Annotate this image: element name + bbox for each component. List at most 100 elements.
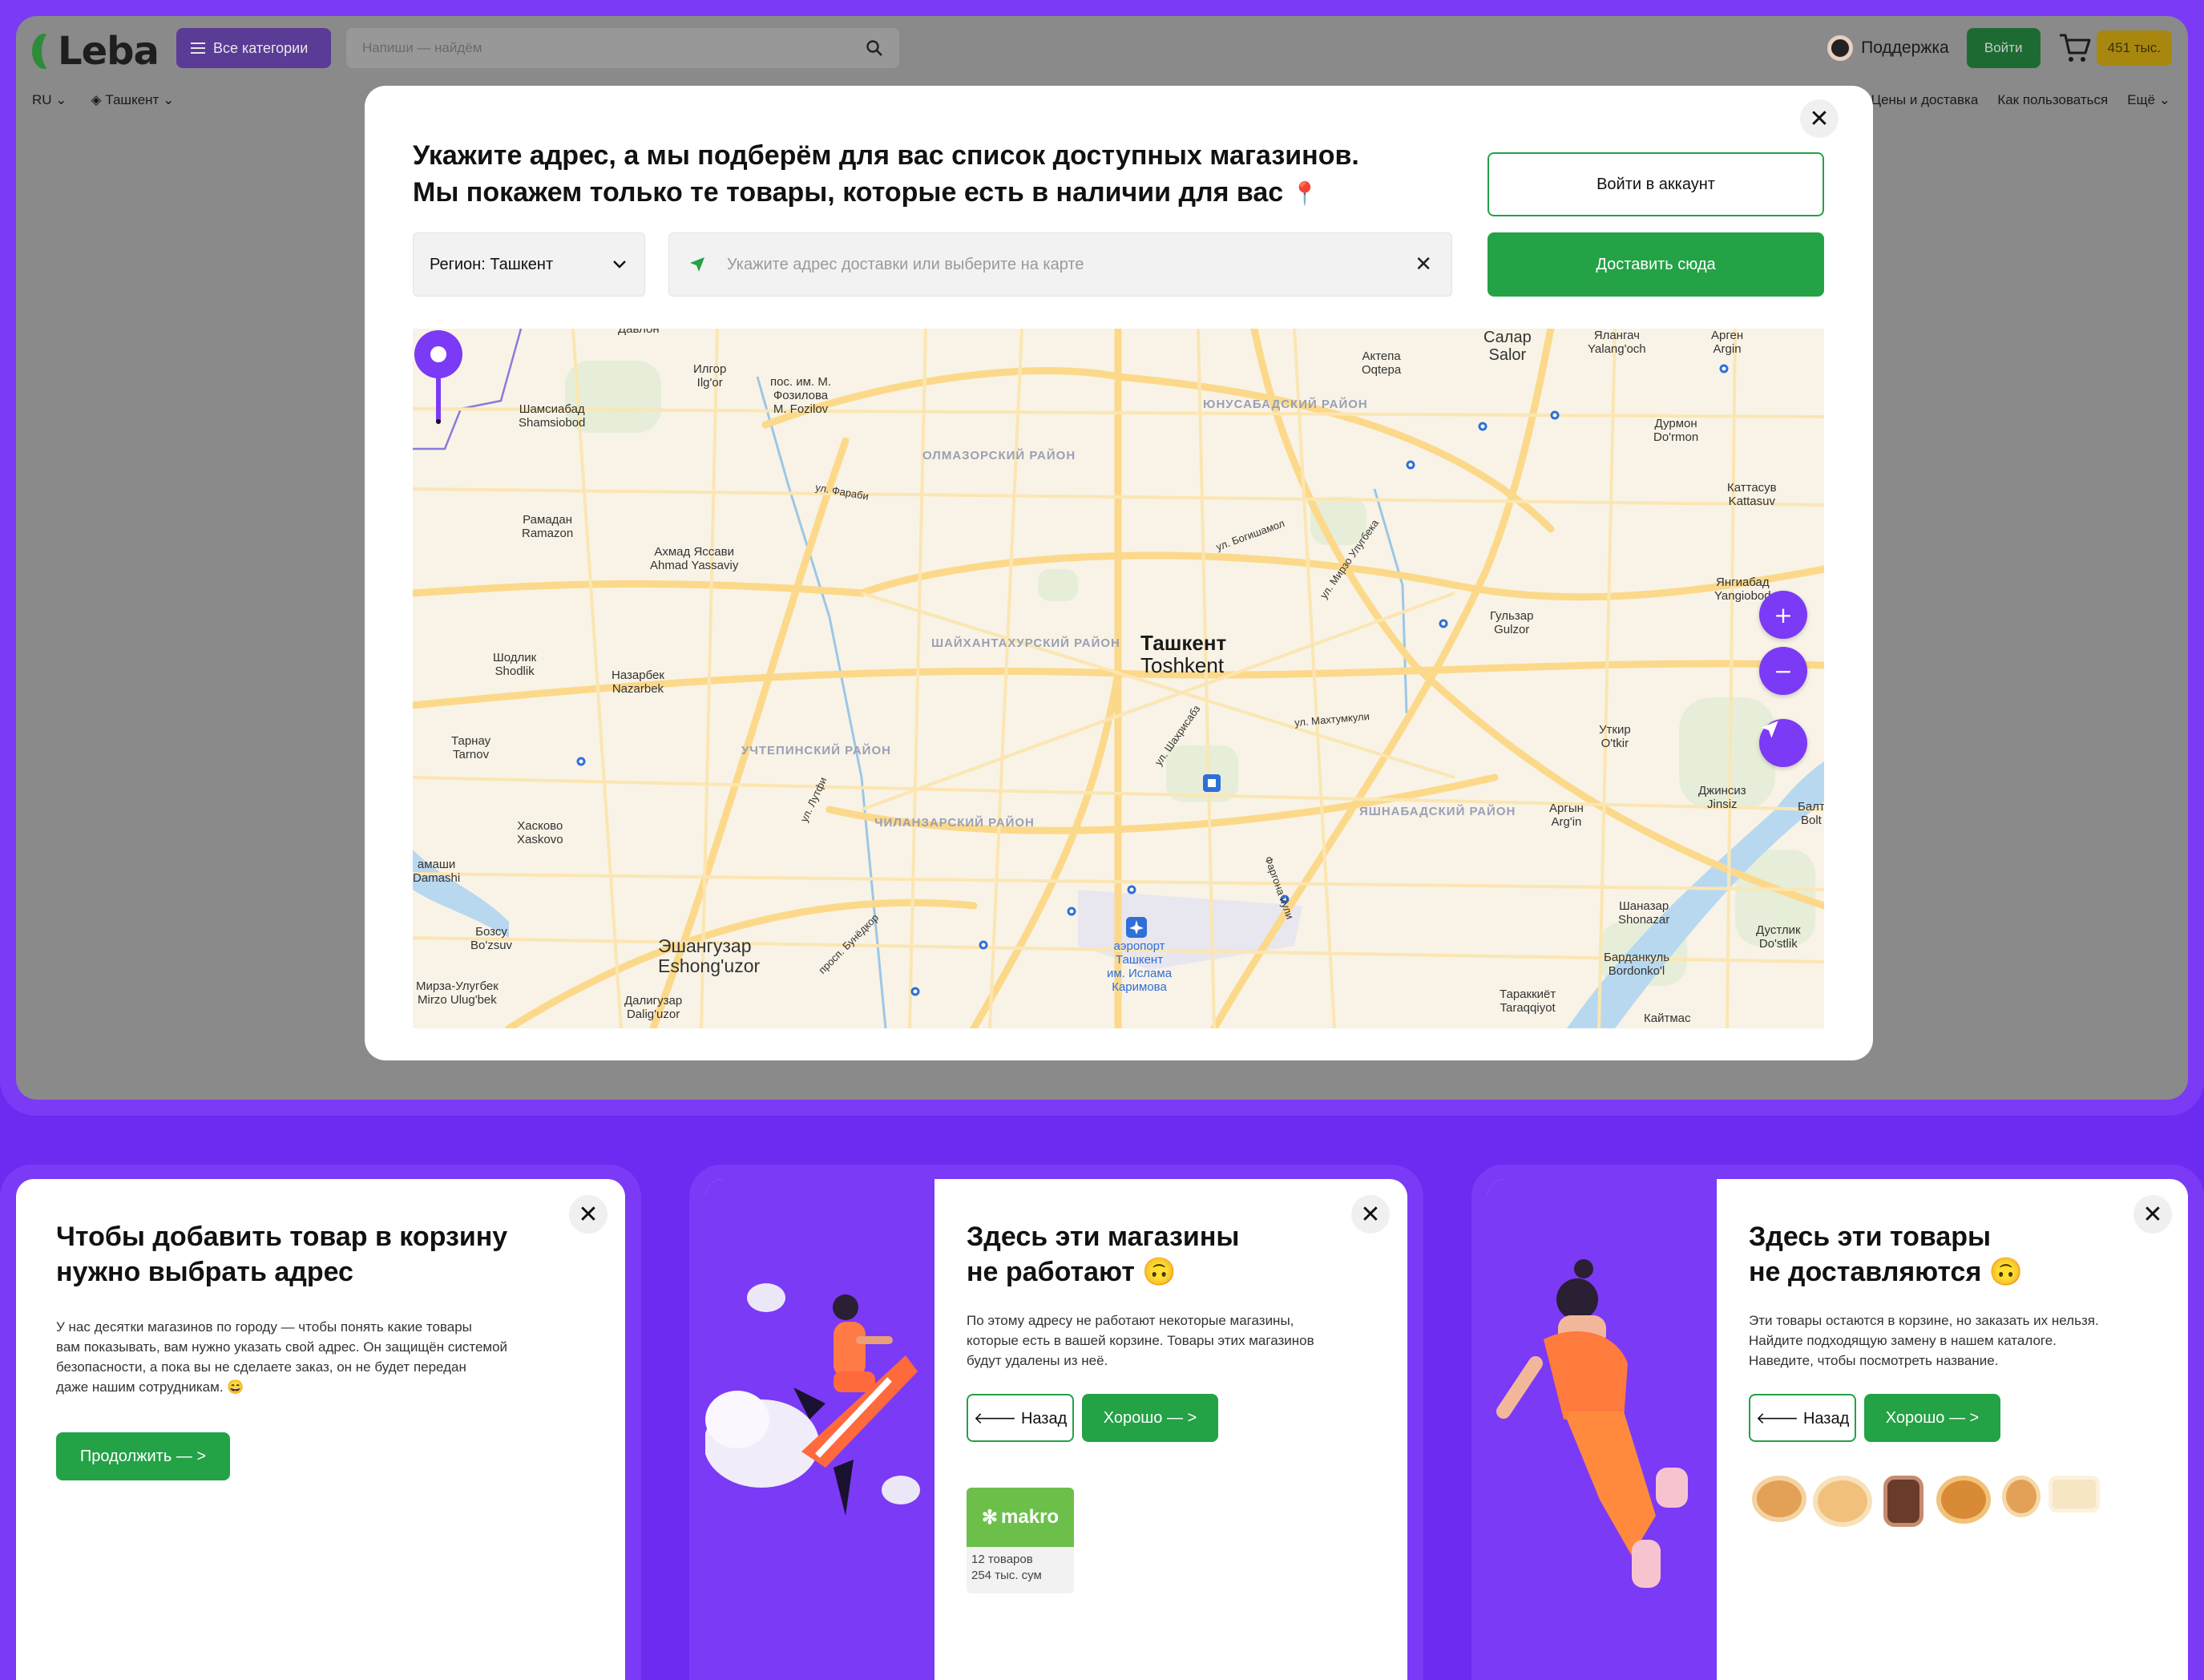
items-not-delivered-card: ✕ Здесь эти товары не доставляются 🙃 Эти… — [1471, 1165, 2204, 1680]
store-tile[interactable]: ✻ makro 12 товаров 254 тыс. сум — [967, 1488, 1074, 1593]
all-categories-label: Все категории — [213, 39, 309, 56]
place-label: Назарбек Nazarbek — [612, 668, 664, 696]
ok-button[interactable]: Хорошо — > — [1864, 1394, 2000, 1442]
cart-icon — [2059, 34, 2091, 62]
card-close-button[interactable]: ✕ — [2133, 1195, 2172, 1234]
district-label: ОЛМАЗОРСКИЙ РАЙОН — [922, 449, 1076, 462]
clear-input-icon[interactable]: ✕ — [1415, 252, 1432, 277]
pin-emoji-icon: 📍 — [1290, 181, 1319, 206]
app-screen: Leba Все категории Напиши — найдём Подде… — [16, 16, 2188, 1100]
product-thumbnail[interactable] — [2049, 1476, 2100, 1512]
logo-text: Leba — [58, 29, 159, 74]
place-label: пос. им. М. Фозилова M. Fozilov — [770, 375, 831, 416]
ok-button[interactable]: Хорошо — > — [1082, 1394, 1218, 1442]
product-thumbnail[interactable] — [2002, 1476, 2041, 1517]
language-label: RU — [32, 92, 52, 107]
place-label: Каттасув Kattasuv — [1727, 481, 1777, 508]
district-label: ЯШНАБАДСКИЙ РАЙОН — [1359, 805, 1516, 818]
card-title: Здесь эти магазины не работают 🙃 — [967, 1222, 1240, 1287]
map[interactable]: ЮНУСАБАДСКИЙ РАЙОН ОЛМАЗОРСКИЙ РАЙОН ШАЙ… — [413, 329, 1824, 1028]
chevron-down-icon: ⌄ — [163, 92, 175, 107]
back-label: 🡐 Назад — [973, 1409, 1068, 1428]
region-label: Регион: Ташкент — [430, 255, 554, 273]
modal-close-button[interactable]: ✕ — [1800, 99, 1839, 138]
place-label: Барданкуль Bordonko'l — [1604, 951, 1670, 978]
store-name: makro — [1001, 1506, 1060, 1528]
cart-total-badge: 451 тыс. — [2096, 30, 2172, 66]
card-title: Здесь эти товары не доставляются 🙃 — [1749, 1222, 2024, 1287]
region-select[interactable]: Регион: Ташкент — [413, 232, 645, 297]
big-place-ru: Эшангузар — [658, 935, 752, 956]
continue-label: Продолжить — > — [79, 1447, 207, 1465]
product-thumbnail[interactable] — [1936, 1476, 1991, 1524]
place-label: Шодлик Shodlik — [493, 651, 537, 678]
address-input[interactable]: Укажите адрес доставки или выберите на к… — [668, 232, 1452, 297]
address-placeholder: Укажите адрес доставки или выберите на к… — [727, 255, 1084, 273]
product-thumbnail[interactable] — [1752, 1476, 1806, 1522]
header: Leba Все категории Напиши — найдём Подде… — [16, 16, 2188, 96]
product-thumbnail[interactable] — [1813, 1476, 1872, 1527]
back-label: 🡐 Назад — [1755, 1409, 1850, 1428]
place-label: Аргын Arg'in — [1549, 802, 1584, 829]
place-label: Гульзар Gulzor — [1490, 609, 1534, 636]
logo-icon — [32, 34, 56, 69]
locate-me-button[interactable] — [1759, 719, 1807, 767]
card-panel: ✕ Здесь эти магазины не работают 🙃 По эт… — [705, 1179, 1407, 1680]
login-label: Войти — [1984, 40, 2023, 55]
floating-girl-illustration — [1487, 1179, 1717, 1680]
place-label: Шамсиабад Shamsiobod — [519, 402, 586, 430]
logo[interactable]: Leba — [32, 27, 168, 75]
store-logo: ✻ makro — [967, 1488, 1074, 1547]
place-label: Актепа Oqtepa — [1362, 349, 1402, 377]
modal-title: Укажите адрес, а мы подберём для вас спи… — [413, 137, 1455, 212]
store-items-count: 12 товаров — [971, 1553, 1033, 1566]
minus-icon: − — [1774, 657, 1793, 685]
search-icon[interactable] — [866, 39, 883, 57]
search-placeholder: Напиши — найдём — [362, 40, 482, 55]
all-categories-button[interactable]: Все категории — [176, 28, 331, 68]
login-button[interactable]: Войти — [1966, 28, 2041, 68]
app-frame: Leba Все категории Напиши — найдём Подде… — [0, 0, 2204, 1116]
product-thumbnail[interactable] — [1883, 1476, 1923, 1527]
place-label: Дурмон Do'rmon — [1653, 417, 1699, 444]
city-selector[interactable]: ◈ Ташкент ⌄ — [91, 92, 175, 108]
search-input[interactable]: Напиши — найдём — [346, 28, 899, 68]
address-modal: ✕ Укажите адрес, а мы подберём для вас с… — [365, 86, 1873, 1060]
continue-button[interactable]: Продолжить — > — [56, 1432, 230, 1480]
deliver-here-button[interactable]: Доставить сюда — [1487, 232, 1824, 297]
place-label: Арген Argin — [1711, 329, 1744, 356]
card-title: Чтобы добавить товар в корзину нужно выб… — [56, 1222, 508, 1287]
login-account-button[interactable]: Войти в аккаунт — [1487, 152, 1824, 216]
cart-button[interactable]: 451 тыс. — [2058, 30, 2172, 66]
place-label: Уткир O'tkir — [1599, 723, 1631, 750]
stores-unavailable-card: ✕ Здесь эти магазины не работают 🙃 По эт… — [689, 1165, 1423, 1680]
zoom-in-button[interactable]: + — [1759, 591, 1807, 639]
chevron-down-icon: ⌄ — [55, 92, 67, 107]
place-label: Ахмад Яссави Ahmad Yassaviy — [650, 545, 739, 572]
navigation-arrow-icon — [690, 257, 704, 272]
zoom-out-button[interactable]: − — [1759, 647, 1807, 695]
back-button[interactable]: 🡐 Назад — [967, 1394, 1074, 1442]
district-label: ЮНУСАБАДСКИЙ РАЙОН — [1203, 398, 1368, 411]
district-label: ЧИЛАНЗАРСКИЙ РАЙОН — [874, 816, 1035, 830]
modal-title-line2: Мы покажем только те товары, которые ест… — [413, 177, 1284, 208]
place-label: Кайтмас — [1644, 1012, 1691, 1025]
nav-link-prices-delivery[interactable]: Цены и доставка — [1871, 92, 1979, 108]
airport-icon — [1126, 917, 1147, 938]
modal-title-line1: Укажите адрес, а мы подберём для вас спи… — [413, 140, 1359, 171]
place-label: Ялангач Yalang'och — [1588, 329, 1646, 356]
girl-illustration — [1496, 1259, 1688, 1588]
navigation-arrow-icon — [1761, 721, 1778, 738]
card-text: Эти товары остаются в корзине, но заказа… — [1749, 1313, 2099, 1368]
chevron-down-icon: ⌄ — [2158, 92, 2170, 107]
back-button[interactable]: 🡐 Назад — [1749, 1394, 1856, 1442]
nav-more[interactable]: Ещё ⌄ — [2127, 92, 2170, 108]
place-label: Илгор Ilg'or — [693, 362, 727, 390]
support-link[interactable]: Поддержка — [1827, 35, 1949, 61]
language-selector[interactable]: RU ⌄ — [32, 92, 67, 108]
card-panel: ✕ Здесь эти товары не доставляются 🙃 Эти… — [1487, 1179, 2188, 1680]
ok-label: Хорошо — > — [1885, 1408, 1980, 1427]
nav-link-how-to-use[interactable]: Как пользоваться — [1997, 92, 2108, 108]
card-close-button[interactable]: ✕ — [1351, 1195, 1390, 1234]
place-label: Мирза-Улугбек Mirzo Ulug'bek — [416, 979, 499, 1007]
